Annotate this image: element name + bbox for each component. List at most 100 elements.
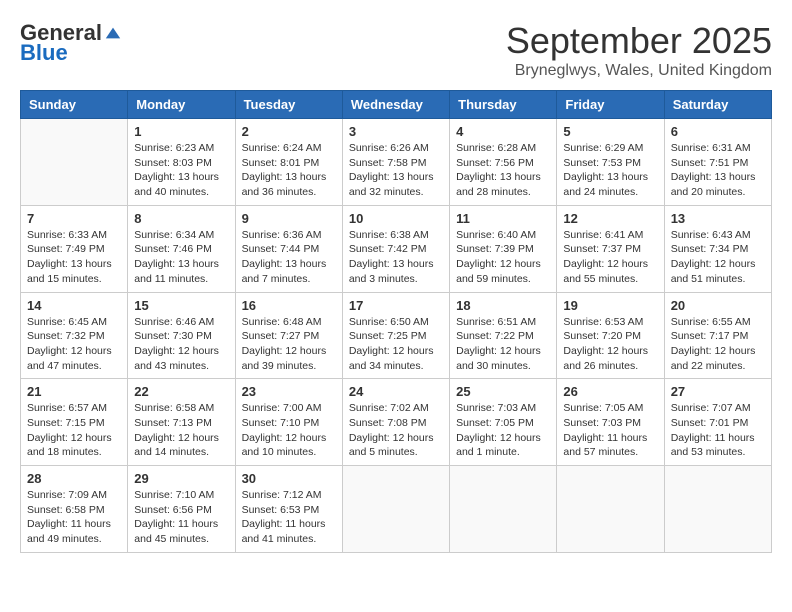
- table-row: 5 Sunrise: 6:29 AMSunset: 7:53 PMDaylight…: [557, 119, 664, 206]
- day-info: Sunrise: 6:46 AMSunset: 7:30 PMDaylight:…: [134, 315, 228, 374]
- col-wednesday: Wednesday: [342, 91, 449, 119]
- logo: General Blue: [20, 20, 122, 66]
- day-number: 3: [349, 124, 443, 139]
- location-text: Bryneglwys, Wales, United Kingdom: [506, 62, 772, 80]
- table-row: [450, 466, 557, 553]
- table-row: 30Sunrise: 7:12 AMSunset: 6:53 PMDayligh…: [235, 466, 342, 553]
- day-info: Sunrise: 7:00 AMSunset: 7:10 PMDaylight:…: [242, 401, 336, 460]
- day-number: 28: [27, 471, 121, 486]
- table-row: 2Sunrise: 6:24 AMSunset: 8:01 PMDaylight…: [235, 119, 342, 206]
- day-info: Sunrise: 6:33 AMSunset: 7:49 PMDaylight:…: [27, 228, 121, 287]
- day-info: Sunrise: 6:43 AMSunset: 7:34 PMDaylight:…: [671, 228, 765, 287]
- table-row: 16 Sunrise: 6:48 AMSunset: 7:27 PMDayligh…: [235, 292, 342, 379]
- table-row: 12Sunrise: 6:41 AMSunset: 7:37 PMDayligh…: [557, 205, 664, 292]
- day-number: 20: [671, 298, 765, 313]
- table-row: 19 Sunrise: 6:53 AMSunset: 7:20 PMDayligh…: [557, 292, 664, 379]
- month-title: September 2025: [506, 20, 772, 62]
- table-row: 11Sunrise: 6:40 AMSunset: 7:39 PMDayligh…: [450, 205, 557, 292]
- col-saturday: Saturday: [664, 91, 771, 119]
- day-info: Sunrise: 6:55 AMSunset: 7:17 PMDaylight:…: [671, 315, 765, 374]
- day-number: 12: [563, 211, 657, 226]
- logo-icon: [104, 24, 122, 42]
- day-info: Sunrise: 6:28 AMSunset: 7:56 PMDaylight:…: [456, 141, 550, 200]
- table-row: 25Sunrise: 7:03 AMSunset: 7:05 PMDayligh…: [450, 379, 557, 466]
- table-row: 22 Sunrise: 6:58 AMSunset: 7:13 PMDayligh…: [128, 379, 235, 466]
- day-info: Sunrise: 6:34 AMSunset: 7:46 PMDaylight:…: [134, 228, 228, 287]
- day-info: Sunrise: 6:29 AMSunset: 7:53 PMDaylight:…: [563, 141, 657, 200]
- table-row: 14 Sunrise: 6:45 AMSunset: 7:32 PMDayligh…: [21, 292, 128, 379]
- table-row: 17 Sunrise: 6:50 AMSunset: 7:25 PMDayligh…: [342, 292, 449, 379]
- day-info: Sunrise: 6:45 AMSunset: 7:32 PMDaylight:…: [27, 315, 121, 374]
- col-tuesday: Tuesday: [235, 91, 342, 119]
- day-info: Sunrise: 7:05 AMSunset: 7:03 PMDaylight:…: [563, 401, 657, 460]
- calendar-header-row: Sunday Monday Tuesday Wednesday Thursday…: [21, 91, 772, 119]
- day-number: 8: [134, 211, 228, 226]
- table-row: 27Sunrise: 7:07 AMSunset: 7:01 PMDayligh…: [664, 379, 771, 466]
- table-row: 15 Sunrise: 6:46 AMSunset: 7:30 PMDayligh…: [128, 292, 235, 379]
- calendar-week-5: 28 Sunrise: 7:09 AMSunset: 6:58 PMDayligh…: [21, 466, 772, 553]
- calendar-table: Sunday Monday Tuesday Wednesday Thursday…: [20, 90, 772, 553]
- table-row: [342, 466, 449, 553]
- table-row: [557, 466, 664, 553]
- table-row: [21, 119, 128, 206]
- page-header: General Blue September 2025 Bryneglwys, …: [20, 20, 772, 80]
- calendar-week-4: 21 Sunrise: 6:57 AMSunset: 7:15 PMDayligh…: [21, 379, 772, 466]
- day-info: Sunrise: 6:50 AMSunset: 7:25 PMDaylight:…: [349, 315, 443, 374]
- col-sunday: Sunday: [21, 91, 128, 119]
- table-row: [664, 466, 771, 553]
- day-info: Sunrise: 6:38 AMSunset: 7:42 PMDaylight:…: [349, 228, 443, 287]
- day-number: 10: [349, 211, 443, 226]
- table-row: 3 Sunrise: 6:26 AMSunset: 7:58 PMDaylight…: [342, 119, 449, 206]
- day-info: Sunrise: 7:02 AMSunset: 7:08 PMDaylight:…: [349, 401, 443, 460]
- day-number: 4: [456, 124, 550, 139]
- day-number: 9: [242, 211, 336, 226]
- day-info: Sunrise: 6:48 AMSunset: 7:27 PMDaylight:…: [242, 315, 336, 374]
- day-number: 19: [563, 298, 657, 313]
- day-info: Sunrise: 7:07 AMSunset: 7:01 PMDaylight:…: [671, 401, 765, 460]
- day-info: Sunrise: 6:31 AMSunset: 7:51 PMDaylight:…: [671, 141, 765, 200]
- day-number: 21: [27, 384, 121, 399]
- day-number: 6: [671, 124, 765, 139]
- day-number: 29: [134, 471, 228, 486]
- day-number: 14: [27, 298, 121, 313]
- day-number: 17: [349, 298, 443, 313]
- day-info: Sunrise: 6:57 AMSunset: 7:15 PMDaylight:…: [27, 401, 121, 460]
- calendar-week-3: 14 Sunrise: 6:45 AMSunset: 7:32 PMDayligh…: [21, 292, 772, 379]
- day-number: 5: [563, 124, 657, 139]
- table-row: 28 Sunrise: 7:09 AMSunset: 6:58 PMDayligh…: [21, 466, 128, 553]
- day-number: 22: [134, 384, 228, 399]
- calendar-week-2: 7 Sunrise: 6:33 AMSunset: 7:49 PMDaylight…: [21, 205, 772, 292]
- day-info: Sunrise: 6:36 AMSunset: 7:44 PMDaylight:…: [242, 228, 336, 287]
- table-row: 8 Sunrise: 6:34 AMSunset: 7:46 PMDaylight…: [128, 205, 235, 292]
- day-info: Sunrise: 6:58 AMSunset: 7:13 PMDaylight:…: [134, 401, 228, 460]
- table-row: 20 Sunrise: 6:55 AMSunset: 7:17 PMDayligh…: [664, 292, 771, 379]
- day-number: 18: [456, 298, 550, 313]
- table-row: 6 Sunrise: 6:31 AMSunset: 7:51 PMDaylight…: [664, 119, 771, 206]
- table-row: 21 Sunrise: 6:57 AMSunset: 7:15 PMDayligh…: [21, 379, 128, 466]
- col-thursday: Thursday: [450, 91, 557, 119]
- day-number: 13: [671, 211, 765, 226]
- day-number: 16: [242, 298, 336, 313]
- day-number: 23: [242, 384, 336, 399]
- day-info: Sunrise: 7:10 AMSunset: 6:56 PMDaylight:…: [134, 488, 228, 547]
- day-info: Sunrise: 6:40 AMSunset: 7:39 PMDaylight:…: [456, 228, 550, 287]
- day-number: 15: [134, 298, 228, 313]
- day-info: Sunrise: 7:12 AMSunset: 6:53 PMDaylight:…: [242, 488, 336, 547]
- table-row: 23 Sunrise: 7:00 AMSunset: 7:10 PMDayligh…: [235, 379, 342, 466]
- table-row: 18 Sunrise: 6:51 AMSunset: 7:22 PMDayligh…: [450, 292, 557, 379]
- day-info: Sunrise: 6:26 AMSunset: 7:58 PMDaylight:…: [349, 141, 443, 200]
- table-row: 13 Sunrise: 6:43 AMSunset: 7:34 PMDayligh…: [664, 205, 771, 292]
- table-row: 4 Sunrise: 6:28 AMSunset: 7:56 PMDaylight…: [450, 119, 557, 206]
- day-number: 26: [563, 384, 657, 399]
- day-info: Sunrise: 7:09 AMSunset: 6:58 PMDaylight:…: [27, 488, 121, 547]
- calendar-week-1: 1 Sunrise: 6:23 AMSunset: 8:03 PMDaylight…: [21, 119, 772, 206]
- day-number: 7: [27, 211, 121, 226]
- table-row: 7 Sunrise: 6:33 AMSunset: 7:49 PMDaylight…: [21, 205, 128, 292]
- day-info: Sunrise: 6:51 AMSunset: 7:22 PMDaylight:…: [456, 315, 550, 374]
- table-row: 26 Sunrise: 7:05 AMSunset: 7:03 PMDayligh…: [557, 379, 664, 466]
- table-row: 9 Sunrise: 6:36 AMSunset: 7:44 PMDaylight…: [235, 205, 342, 292]
- day-number: 1: [134, 124, 228, 139]
- day-info: Sunrise: 6:23 AMSunset: 8:03 PMDaylight:…: [134, 141, 228, 200]
- day-info: Sunrise: 6:53 AMSunset: 7:20 PMDaylight:…: [563, 315, 657, 374]
- col-friday: Friday: [557, 91, 664, 119]
